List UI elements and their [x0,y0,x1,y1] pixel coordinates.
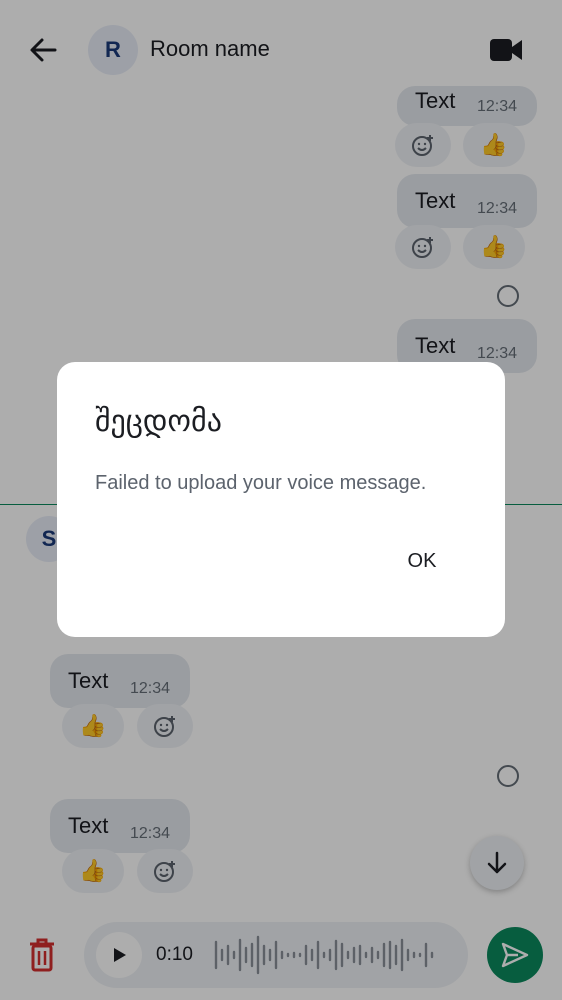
ok-button[interactable]: OK [392,543,452,579]
dialog-title: შეცდომა [95,404,222,439]
dialog-message: Failed to upload your voice message. [95,472,427,494]
